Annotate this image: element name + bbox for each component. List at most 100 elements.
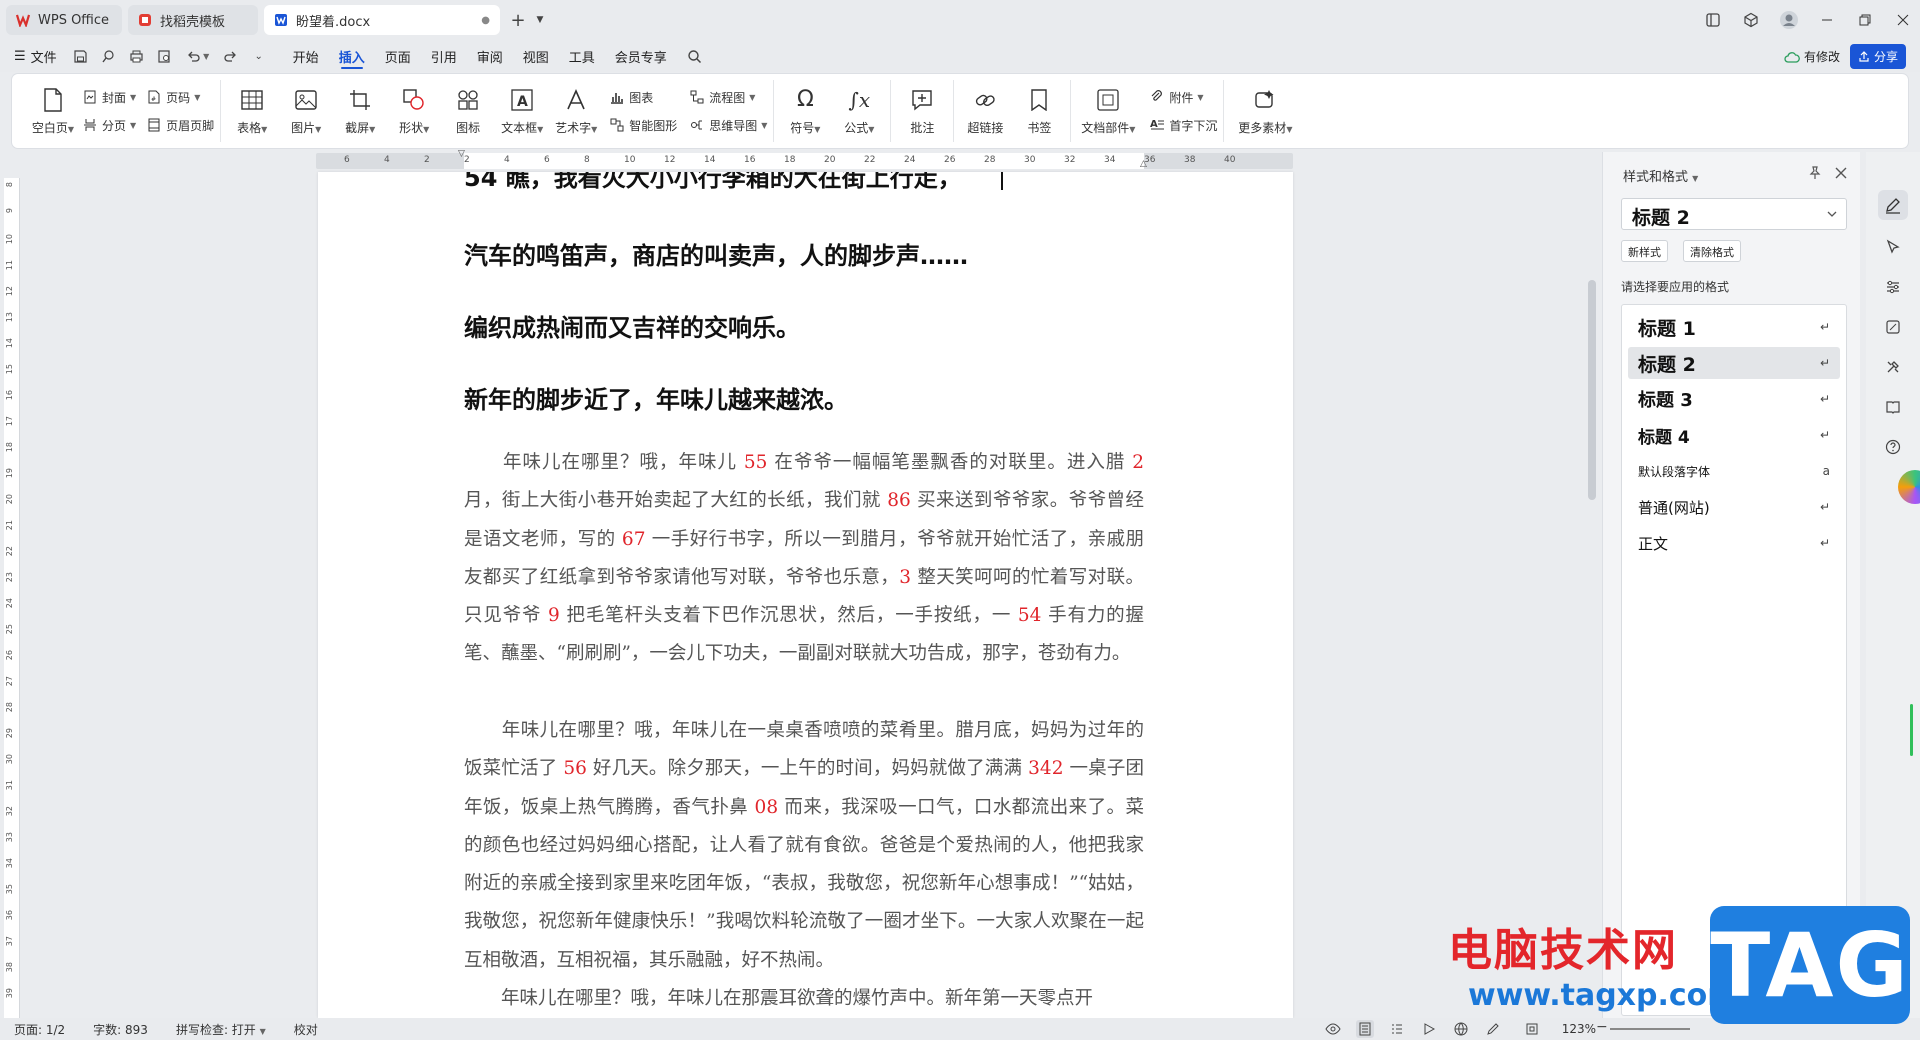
shape-button[interactable]: 形状▼ <box>389 80 439 142</box>
changes-indicator[interactable]: 有修改 <box>1784 48 1840 65</box>
style-item[interactable]: 正文 ↵ <box>1628 527 1840 559</box>
bookmark-button[interactable]: 书签 <box>1014 80 1064 142</box>
vertical-scrollbar[interactable] <box>1588 280 1596 500</box>
heading-line-4[interactable]: 新年的脚步近了，年味儿越来越浓。 <box>464 380 848 415</box>
adjust-icon[interactable] <box>1878 272 1908 302</box>
formula-button[interactable]: ∫x 公式▼ <box>834 80 884 142</box>
style-item[interactable]: 普通(网站) ↵ <box>1628 491 1840 523</box>
pen-style-icon[interactable] <box>1878 190 1908 220</box>
current-style-select[interactable]: 标题 2 <box>1621 198 1847 230</box>
select-cursor-icon[interactable] <box>1878 232 1908 262</box>
style-item[interactable]: 标题 2 ↵ <box>1628 347 1840 379</box>
page-count[interactable]: 页面: 1/2 <box>0 1021 79 1038</box>
hyperlink-button[interactable]: 超链接 <box>960 80 1010 142</box>
undo-icon[interactable]: ▼ <box>181 44 215 68</box>
heading-line-1[interactable]: 54 瞧，我看火大小小行李箱的大在街上行走， <box>464 172 962 193</box>
save-icon[interactable] <box>69 44 93 68</box>
paragraph-3[interactable]: 年味儿在哪里？哦，年味儿在那震耳欲聋的爆竹声中。新年第一天零点开 <box>464 980 1144 1018</box>
mindmap-button[interactable]: 思维导图 ▼ <box>689 115 767 135</box>
new-style-button[interactable]: 新样式 <box>1621 240 1668 262</box>
pin-icon[interactable] <box>1806 164 1824 182</box>
flowchart-button[interactable]: 流程图 ▼ <box>689 87 767 107</box>
word-count[interactable]: 字数: 893 <box>79 1021 162 1038</box>
style-item[interactable]: 标题 3 ↵ <box>1628 383 1840 415</box>
print-preview-icon[interactable] <box>153 44 177 68</box>
play-icon[interactable] <box>1420 1020 1438 1038</box>
tab-review[interactable]: 审阅 <box>467 40 513 72</box>
document-page[interactable]: 54 瞧，我看火大小小行李箱的大在街上行走， 汽车的鸣笛声，商店的叫卖声，人的脚… <box>318 172 1293 1018</box>
tab-page[interactable]: 页面 <box>375 40 421 72</box>
indent-marker-icon[interactable]: ▽ <box>458 149 465 159</box>
tab-dot-icon[interactable]: ● <box>481 15 490 26</box>
eye-icon[interactable] <box>1324 1020 1342 1038</box>
spell-check[interactable]: 拼写检查: 打开 ▼ <box>162 1021 280 1038</box>
heading-line-3[interactable]: 编织成热闹而又吉祥的交响乐。 <box>464 308 800 343</box>
cover-button[interactable]: 封面 ▼ <box>82 87 136 107</box>
wordart-button[interactable]: 艺术字▼ <box>551 80 601 142</box>
print-icon[interactable] <box>125 44 149 68</box>
more-materials-button[interactable]: 更多素材▼ <box>1230 80 1300 142</box>
icon-button[interactable]: 图标 <box>443 80 493 142</box>
close-icon[interactable] <box>1832 164 1850 182</box>
restore-icon[interactable] <box>1848 3 1882 37</box>
tab-docer-template[interactable]: 找稻壳模板 <box>128 5 258 35</box>
clear-format-button[interactable]: 清除格式 <box>1683 240 1741 262</box>
pane-title[interactable]: 样式和格式 ▼ <box>1623 166 1698 185</box>
layout-icon[interactable] <box>1696 3 1730 37</box>
chart-button[interactable]: 图表 <box>609 87 677 107</box>
avatar[interactable] <box>1772 3 1806 37</box>
right-indent-marker-icon[interactable]: △ <box>1140 159 1147 169</box>
tab-document[interactable]: 盼望着.docx ● <box>264 5 500 35</box>
paragraph-1[interactable]: 年味儿在哪里？哦，年味儿 55 在爷爷一幅幅笔墨飘香的对联里。进入腊 2 月，街… <box>464 444 1144 674</box>
tab-insert[interactable]: 插入 <box>329 40 375 72</box>
redo-icon[interactable] <box>219 44 243 68</box>
vertical-ruler[interactable]: 8 9 10 11 12 13 14 15 16 17 18 19 20 21 22 23 24 25 26 27 28… <box>4 178 20 1018</box>
page-break-button[interactable]: 分页 ▼ <box>82 115 136 135</box>
cube-icon[interactable] <box>1734 3 1768 37</box>
tab-tools[interactable]: 工具 <box>559 40 605 72</box>
paragraph-2[interactable]: 年味儿在哪里？哦，年味儿在一桌桌香喷喷的菜肴里。腊月底，妈妈为过年的饭菜忙活了 … <box>464 712 1144 980</box>
proofread[interactable]: 校对 <box>280 1021 332 1038</box>
heading-line-2[interactable]: 汽车的鸣笛声，商店的叫卖声，人的脚步声…… <box>464 236 968 271</box>
symbol-button[interactable]: Ω 符号▼ <box>780 80 830 142</box>
table-button[interactable]: 表格▼ <box>227 80 277 142</box>
help-icon[interactable] <box>1878 432 1908 462</box>
textbox-button[interactable]: A 文本框▼ <box>497 80 547 142</box>
tab-home[interactable]: 开始 <box>283 40 329 72</box>
export-pdf-icon[interactable] <box>97 44 121 68</box>
style-item[interactable]: 标题 4 ↵ <box>1628 419 1840 451</box>
page-number-button[interactable]: # 页码 ▼ <box>146 87 214 107</box>
outline-view-icon[interactable] <box>1388 1020 1406 1038</box>
tab-references[interactable]: 引用 <box>421 40 467 72</box>
new-tab-icon[interactable]: + <box>504 5 532 35</box>
cover-icon <box>82 89 98 105</box>
book-icon[interactable] <box>1878 392 1908 422</box>
tab-view[interactable]: 视图 <box>513 40 559 72</box>
menu-label: 视图 <box>522 50 549 66</box>
comment-button[interactable]: 批注 <box>897 80 947 142</box>
chevron-down-icon[interactable]: ▼ <box>532 5 548 35</box>
tab-wps-office[interactable]: WPS Office <box>6 5 122 35</box>
attachment-button[interactable]: 附件 ▼ <box>1149 87 1217 107</box>
minimize-icon[interactable] <box>1810 3 1844 37</box>
style-item[interactable]: 标题 1 ↵ <box>1628 311 1840 343</box>
tab-member[interactable]: 会员专享 <box>605 40 677 72</box>
file-menu[interactable]: ☰ 文件 <box>0 40 67 72</box>
smart-graphic-button[interactable]: 智能图形 <box>609 115 677 135</box>
close-icon[interactable] <box>1886 3 1920 37</box>
doc-parts-button[interactable]: 文档部件▼ <box>1077 80 1139 142</box>
more-quick-icon[interactable]: ⌄ <box>247 44 271 68</box>
dropcap-button[interactable]: A 首字下沉 <box>1149 115 1217 135</box>
search-icon[interactable] <box>683 44 707 68</box>
blank-page-button[interactable]: 空白页▼ <box>28 80 78 142</box>
horizontal-ruler[interactable]: 6 4 2 2 4 6 8 10 12 14 16 18 20 22 24 26 28 30 32 34 36 38 40 … <box>316 149 1293 169</box>
style-item[interactable]: 默认段落字体 a <box>1628 455 1840 487</box>
page-view-icon[interactable] <box>1355 1020 1374 1038</box>
assistant-icon[interactable] <box>1898 470 1920 504</box>
share-button[interactable]: 分享 <box>1849 44 1906 69</box>
picture-button[interactable]: 图片▼ <box>281 80 331 142</box>
header-footer-button[interactable]: 页眉页脚 <box>146 115 214 135</box>
tools-icon[interactable] <box>1878 352 1908 382</box>
image-edit-icon[interactable] <box>1878 312 1908 342</box>
screenshot-button[interactable]: 截屏▼ <box>335 80 385 142</box>
